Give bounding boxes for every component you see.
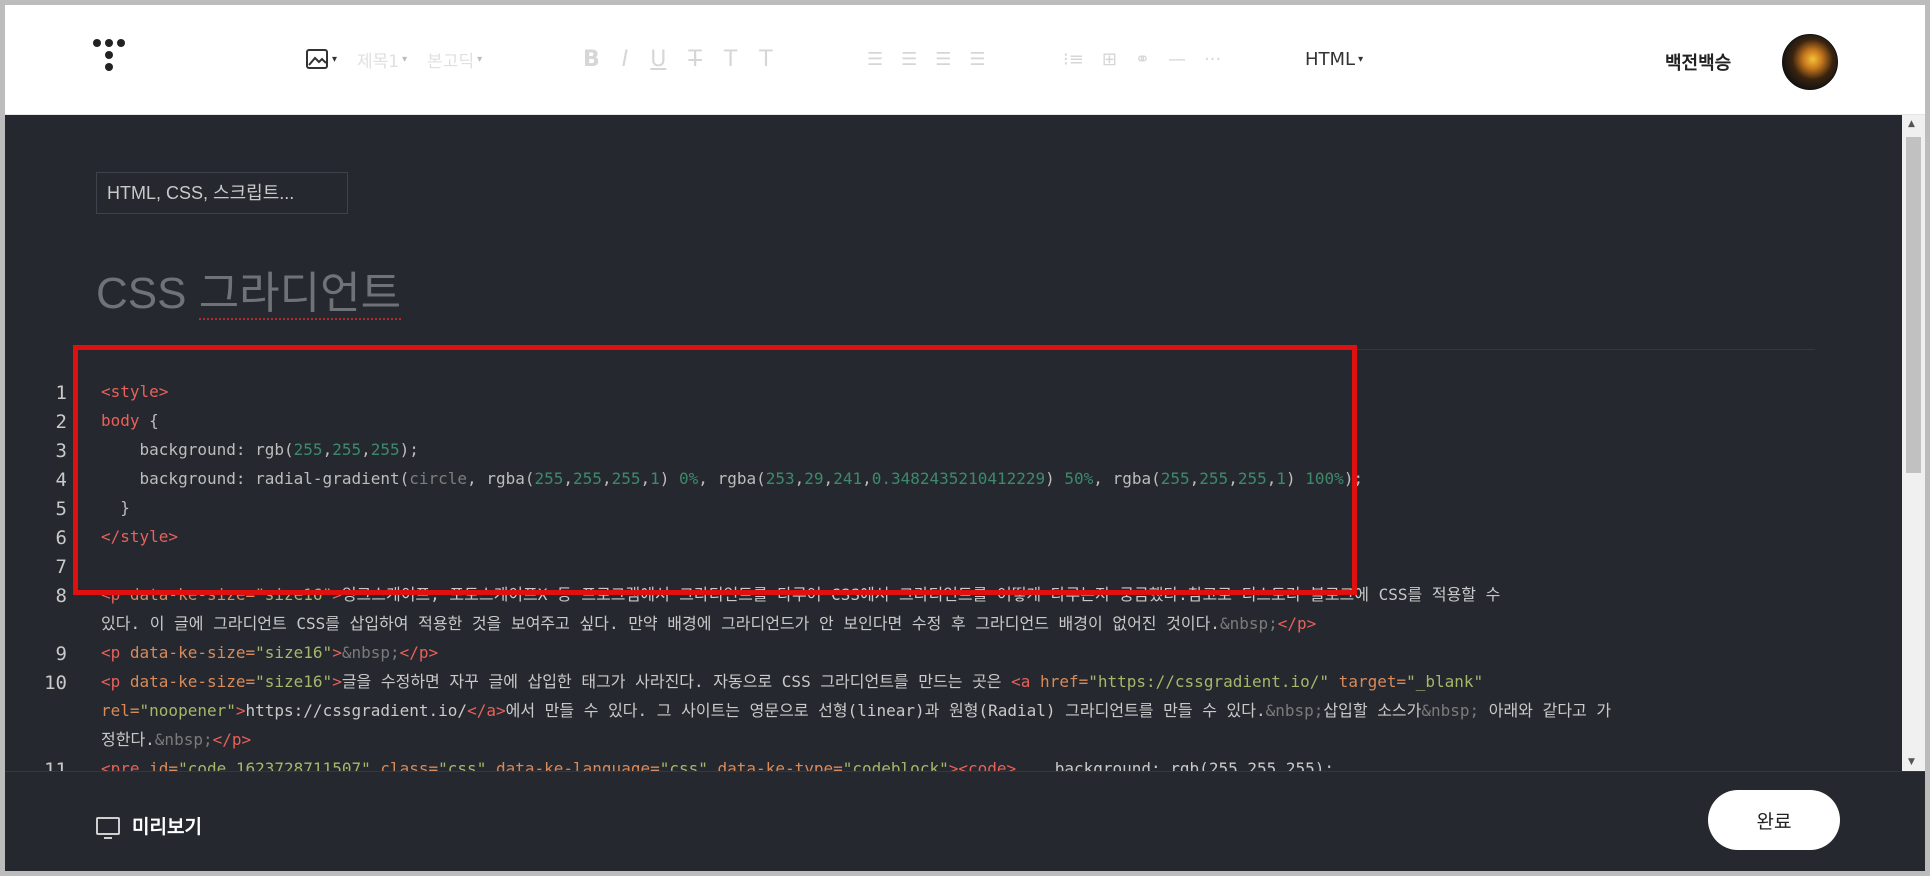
post-title[interactable]: CSS 그라디언트: [96, 257, 402, 321]
line-number: 1: [55, 382, 67, 404]
done-button[interactable]: 완료: [1708, 790, 1840, 850]
strikethrough-icon[interactable]: T: [688, 39, 701, 79]
editor-body: HTML, CSS, 스크립트... CSS 그라디언트 /* title sp…: [5, 115, 1925, 781]
more-icon[interactable]: ···: [1204, 39, 1221, 79]
code-line-10-wrap-2: 정한다.&nbsp;</p>: [101, 730, 252, 749]
title-word-2: 그라디언트: [198, 269, 402, 320]
line-number: 9: [55, 643, 67, 665]
title-word-1: CSS: [96, 269, 199, 318]
chevron-down-icon: ▾: [477, 53, 483, 65]
code-line-10: <p data-ke-size="size16">글을 수정하면 자꾸 글에 삽…: [101, 672, 1484, 691]
underline-icon[interactable]: U: [650, 39, 666, 79]
chevron-down-icon: ▾: [1358, 53, 1364, 65]
code-line-8-wrap: 있다. 이 글에 그라디언트 CSS를 삽입하여 적용한 것을 보여주고 싶다.…: [101, 614, 1317, 633]
avatar[interactable]: [1782, 34, 1838, 90]
editor-mode-select[interactable]: HTML ▾: [1305, 39, 1363, 79]
chevron-down-icon: ▾: [332, 53, 338, 65]
text-color-icon[interactable]: T: [724, 39, 737, 79]
highlight-box: [73, 345, 1357, 595]
preview-button[interactable]: 미리보기: [96, 812, 202, 839]
editor-toolbar: ▾ 제목1▾ 본고딕▾ B I U T T T ☰ ☰ ☰ ☰ ⁝≡ ⊞ ⚭: [5, 5, 1925, 115]
toolbar-group-format: B I U T T T: [583, 39, 773, 79]
italic-icon[interactable]: I: [622, 39, 629, 79]
line-number: 8: [55, 585, 67, 607]
scroll-up-icon[interactable]: ▲: [1908, 119, 1915, 129]
user-name[interactable]: 백전백승: [1665, 49, 1731, 75]
align-center-icon[interactable]: ☰: [901, 39, 917, 79]
code-line-10-wrap: rel="noopener">https://cssgradient.io/</…: [101, 701, 1612, 720]
toolbar-group-insert-more: ⁝≡ ⊞ ⚭ — ···: [1063, 39, 1221, 79]
line-number: 10: [44, 672, 67, 694]
bullet-list-icon[interactable]: ⁝≡: [1063, 39, 1084, 79]
link-icon[interactable]: ⚭: [1135, 39, 1150, 79]
tistory-logo[interactable]: [93, 39, 133, 79]
toolbar-group-insert: ▾ 제목1 ▾ 본고딕 ▾: [305, 39, 482, 79]
horizontal-rule-icon[interactable]: —: [1168, 39, 1186, 79]
table-icon[interactable]: ⊞: [1102, 39, 1117, 79]
image-insert-button[interactable]: ▾: [305, 39, 337, 79]
scrollbar-thumb[interactable]: [1906, 137, 1921, 473]
line-number: 7: [55, 556, 67, 578]
category-select[interactable]: HTML, CSS, 스크립트...: [96, 172, 348, 214]
editor-footer: 미리보기 완료: [5, 771, 1925, 871]
font-select[interactable]: 본고딕 ▾: [427, 39, 482, 79]
line-number: 6: [55, 527, 67, 549]
editor-scrollbar[interactable]: ▲ ▼: [1902, 115, 1925, 771]
line-number: 5: [55, 498, 67, 520]
align-left-icon[interactable]: ☰: [867, 39, 883, 79]
toolbar-group-align: ☰ ☰ ☰ ☰: [867, 39, 986, 79]
image-icon: [306, 49, 328, 69]
align-right-icon[interactable]: ☰: [935, 39, 951, 79]
line-number: 2: [55, 411, 67, 433]
line-number: 3: [55, 440, 67, 462]
monitor-icon: [96, 816, 120, 839]
chevron-down-icon: ▾: [402, 53, 408, 65]
scroll-down-icon[interactable]: ▼: [1908, 757, 1915, 767]
code-line-9: <p data-ke-size="size16">&nbsp;</p>: [101, 643, 439, 662]
bold-icon[interactable]: B: [583, 39, 600, 79]
editor-window: ▾ 제목1▾ 본고딕▾ B I U T T T ☰ ☰ ☰ ☰ ⁝≡ ⊞ ⚭: [0, 0, 1930, 876]
heading-select[interactable]: 제목1 ▾: [357, 39, 407, 79]
line-number: 4: [55, 469, 67, 491]
align-justify-icon[interactable]: ☰: [969, 39, 985, 79]
background-color-icon[interactable]: T: [759, 39, 772, 79]
